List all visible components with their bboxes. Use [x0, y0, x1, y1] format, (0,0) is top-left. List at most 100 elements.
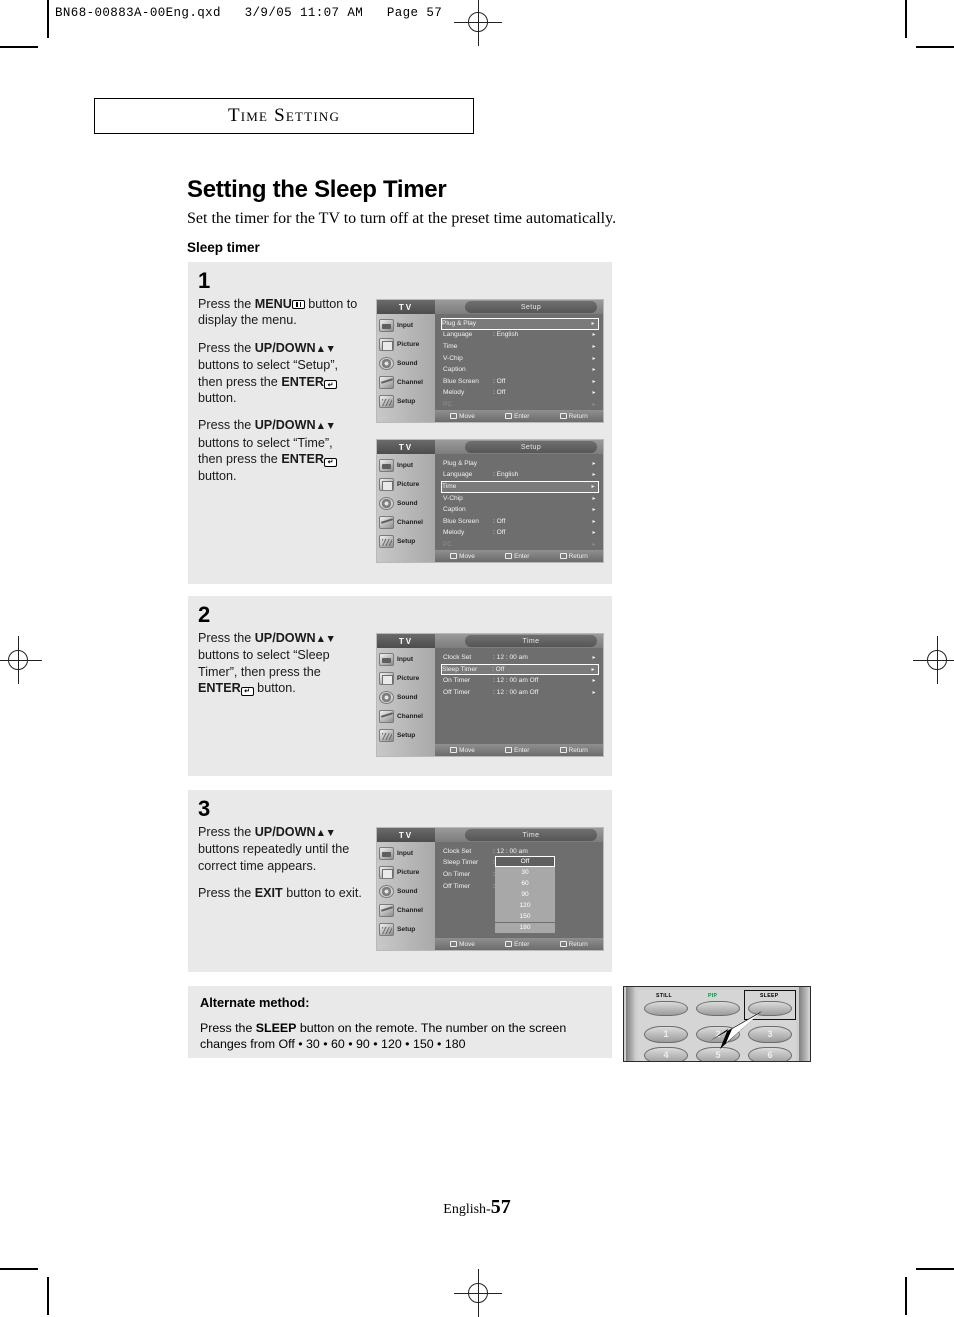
osd-sidebar-label: Sound	[397, 888, 418, 895]
osd-row-name: Off Timer	[443, 688, 470, 696]
remote-button-still[interactable]	[644, 1001, 688, 1016]
osd-row[interactable]: PC ▸	[443, 399, 599, 410]
osd-row[interactable]: Clock Set: 12 : 00 am ▸	[443, 652, 599, 663]
osd-row[interactable]: Clock Set: 12 : 00 am	[443, 846, 599, 857]
osd-sidebar-item-setup[interactable]: Setup	[379, 392, 435, 411]
osd-row[interactable]: Plug & Play ▸	[443, 458, 599, 469]
remote-button-1[interactable]: 1	[644, 1026, 688, 1043]
osd-sidebar-label: Channel	[397, 713, 424, 720]
osd-sidebar-item-setup[interactable]: Setup	[379, 726, 435, 745]
osd-sidebar-item-picture[interactable]: Picture	[379, 335, 435, 354]
osd-sidebar-item-sound[interactable]: Sound	[379, 882, 435, 901]
osd-tv-label: TV	[377, 440, 435, 454]
keyword: ENTER	[198, 681, 241, 696]
osd-option[interactable]: 180	[495, 922, 555, 934]
remote-edge-right	[799, 987, 808, 1061]
osd-row[interactable]: Language: English ▸	[443, 470, 599, 481]
return-icon	[559, 941, 567, 947]
osd-hint-return: Return	[559, 553, 588, 560]
chevron-right-icon: ▸	[592, 689, 596, 696]
picture-icon	[379, 338, 394, 351]
osd-sidebar-item-channel[interactable]: Channel	[379, 513, 435, 532]
osd-row[interactable]: PC ▸	[443, 539, 599, 550]
osd-row[interactable]: Caption ▸	[443, 364, 599, 375]
osd-row-name: PC	[443, 540, 453, 548]
osd-row[interactable]: Time ▸	[443, 341, 599, 352]
osd-sidebar-item-channel[interactable]: Channel	[379, 901, 435, 920]
osd-option[interactable]: 150	[495, 911, 555, 922]
osd-sidebar-item-sound[interactable]: Sound	[379, 688, 435, 707]
osd-bottom-bar: Move Enter Return	[435, 744, 603, 756]
setup-icon	[379, 535, 394, 548]
osd-option[interactable]: 30	[495, 867, 555, 878]
osd-sidebar-item-sound[interactable]: Sound	[379, 494, 435, 513]
osd-sidebar-label: Setup	[397, 538, 416, 545]
osd-sidebar-item-picture[interactable]: Picture	[379, 863, 435, 882]
osd-bottom-bar: Move Enter Return	[435, 550, 603, 562]
step-paragraph: Press the UP/DOWN▲▼ buttons repeatedly u…	[198, 825, 350, 873]
osd-sidebar-item-input[interactable]: Input	[379, 456, 435, 475]
osd-row[interactable]: V-Chip ▸	[443, 493, 599, 504]
osd-option[interactable]: Off	[495, 856, 555, 867]
osd-sidebar-item-picture[interactable]: Picture	[379, 475, 435, 494]
osd-hint-move: Move	[450, 553, 475, 560]
osd-hint-return: Return	[559, 941, 588, 948]
osd-row[interactable]: V-Chip ▸	[443, 353, 599, 364]
osd-row-selected[interactable]: Plug & Play ▸	[441, 318, 599, 330]
osd-row[interactable]: Melody: Off ▸	[443, 528, 599, 539]
sound-icon	[379, 885, 394, 898]
sound-icon	[379, 357, 394, 370]
step-number-3: 3	[198, 796, 211, 821]
osd-option[interactable]: 60	[495, 878, 555, 889]
keyword: UP/DOWN	[254, 340, 316, 355]
osd-row-value: : English	[493, 471, 519, 479]
osd-sidebar: Input Picture Sound Channel Setup	[377, 314, 435, 422]
chevron-right-icon: ▸	[592, 390, 596, 397]
osd-sidebar-item-setup[interactable]: Setup	[379, 920, 435, 939]
osd-sidebar-item-sound[interactable]: Sound	[379, 354, 435, 373]
osd-row-name: Time	[442, 483, 457, 491]
osd-sidebar-item-input[interactable]: Input	[379, 844, 435, 863]
osd-row-selected[interactable]: Time ▸	[441, 481, 599, 493]
osd-hint-move: Move	[450, 413, 475, 420]
osd-row[interactable]: Blue Screen: Off ▸	[443, 516, 599, 527]
osd-sidebar-item-picture[interactable]: Picture	[379, 669, 435, 688]
osd-sidebar-item-input[interactable]: Input	[379, 316, 435, 335]
chevron-right-icon: ▸	[591, 484, 595, 491]
input-icon	[379, 847, 394, 860]
step-paragraph: Press the UP/DOWN▲▼ buttons to select “T…	[198, 418, 337, 483]
registration-mark-left	[0, 636, 42, 684]
osd-row-name: PC	[443, 400, 453, 408]
osd-sidebar-item-channel[interactable]: Channel	[379, 373, 435, 392]
osd-row-selected[interactable]: Sleep Timer: Off ▸	[441, 663, 599, 676]
osd-row[interactable]: Blue Screen: Off ▸	[443, 376, 599, 387]
osd-title: Time	[465, 635, 597, 647]
osd-sidebar-item-channel[interactable]: Channel	[379, 707, 435, 726]
enter-icon	[505, 553, 513, 559]
channel-icon	[379, 904, 394, 917]
osd-row[interactable]: Language: English ▸	[443, 330, 599, 341]
osd-row[interactable]: Off Timer: 12 : 00 am Off ▸	[443, 687, 599, 698]
move-updown-icon	[450, 413, 458, 419]
osd-body: Clock Set: 12 : 00 am Sleep Timer: On Time…	[435, 842, 603, 938]
registration-mark-top	[454, 0, 502, 46]
osd-row-name: V-Chip	[443, 354, 463, 362]
registration-mark-bottom	[454, 1269, 502, 1317]
sound-icon	[379, 497, 394, 510]
osd-row-name: Time	[443, 342, 458, 350]
osd-row-name: Sleep Timer	[443, 859, 479, 867]
remote-button-4[interactable]: 4	[644, 1047, 688, 1061]
osd-row-name: Plug & Play	[443, 459, 478, 467]
osd-option[interactable]: 120	[495, 900, 555, 911]
osd-option[interactable]: 90	[495, 889, 555, 900]
menu-icon	[291, 300, 305, 309]
keyword: EXIT	[254, 886, 283, 901]
osd-row[interactable]: Melody: Off ▸	[443, 388, 599, 399]
osd-body: Plug & Play ▸ Language: English ▸ Time ▸ V-Chi…	[435, 454, 603, 550]
osd-sidebar-item-input[interactable]: Input	[379, 650, 435, 669]
osd-hint-enter: Enter	[505, 941, 529, 948]
osd-row[interactable]: On Timer: 12 : 00 am Off ▸	[443, 675, 599, 686]
osd-row[interactable]: Caption ▸	[443, 504, 599, 515]
osd-sidebar-item-setup[interactable]: Setup	[379, 532, 435, 551]
osd-sleep-timer-options[interactable]: Off 30 60 90 120 150 180	[495, 856, 555, 934]
